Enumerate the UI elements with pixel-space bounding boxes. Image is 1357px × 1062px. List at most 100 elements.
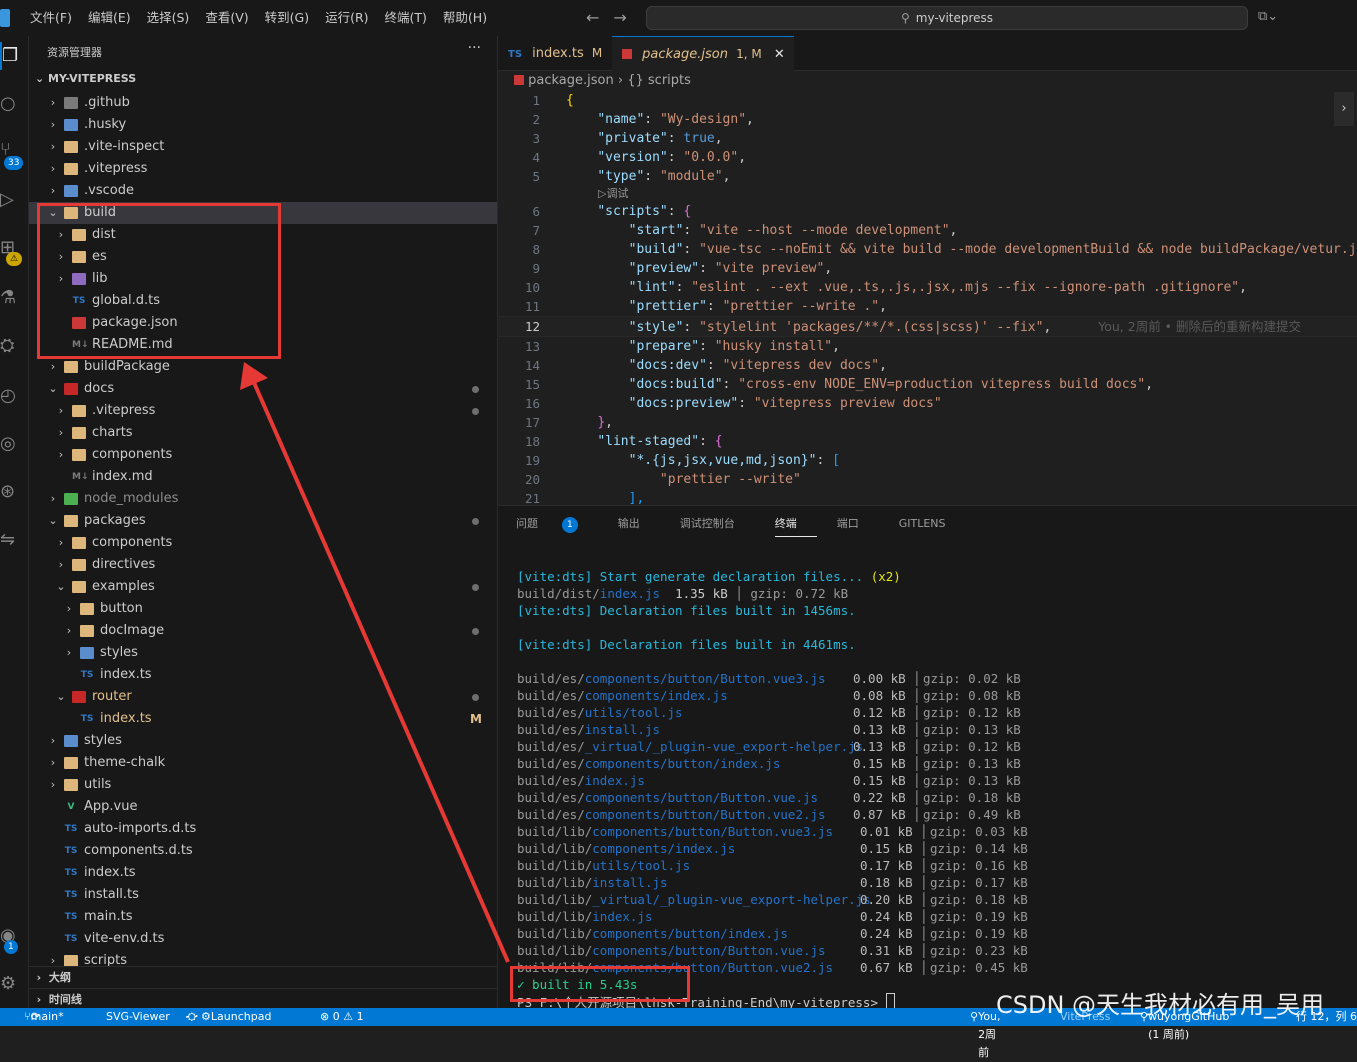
tree-item[interactable]: › .vite-inspect bbox=[29, 136, 497, 158]
breadcrumb-file[interactable]: package.json bbox=[528, 73, 614, 88]
tree-item[interactable]: › theme-chalk bbox=[29, 752, 497, 774]
timeline-icon[interactable]: ◎ bbox=[0, 430, 28, 458]
tree-item[interactable]: › charts bbox=[29, 422, 497, 444]
chevron-right-icon[interactable]: › bbox=[47, 92, 59, 114]
debug-codelens[interactable]: ▷调试 bbox=[498, 186, 1357, 202]
tree-item[interactable]: › styles bbox=[29, 642, 497, 664]
chevron-right-icon[interactable]: › bbox=[47, 752, 59, 774]
chevron-right-icon[interactable]: › bbox=[47, 774, 59, 796]
panel-tab[interactable]: 问题 1 bbox=[516, 516, 598, 537]
chevron-right-icon[interactable]: › bbox=[47, 180, 59, 202]
tree-item[interactable]: › components bbox=[29, 444, 497, 466]
tree-item[interactable]: › utils bbox=[29, 774, 497, 796]
chevron-right-icon[interactable]: › bbox=[47, 488, 59, 510]
tree-item[interactable]: V App.vue bbox=[29, 796, 497, 818]
tree-item[interactable]: › buildPackage bbox=[29, 356, 497, 378]
gitlens-icon[interactable]: ◴ bbox=[0, 382, 28, 410]
nav-arrows[interactable]: ←→ bbox=[586, 8, 641, 27]
outline-section[interactable]: › 大纲 bbox=[29, 966, 497, 989]
chevron-right-icon[interactable]: › bbox=[47, 114, 59, 136]
chevron-right-icon[interactable]: › bbox=[55, 532, 67, 554]
more-actions-icon[interactable]: ··· bbox=[468, 40, 481, 56]
launchpad-status[interactable]: ⛮ ⚙ Launchpad bbox=[186, 1008, 271, 1026]
chevron-right-icon[interactable]: › bbox=[63, 598, 75, 620]
panel-tab[interactable]: 输出 bbox=[618, 516, 660, 537]
tab-index-ts[interactable]: TS index.ts M bbox=[498, 36, 620, 70]
chevron-right-icon[interactable]: › bbox=[55, 554, 67, 576]
tree-item[interactable]: › docImage bbox=[29, 620, 497, 642]
blame-status[interactable]: ⚲ You, 2周前 bbox=[970, 1008, 1001, 1059]
code-editor[interactable]: 1{2 "name": "Wy-design", 3 "private": tru… bbox=[498, 91, 1357, 504]
share-icon[interactable]: ⇋ bbox=[0, 526, 28, 554]
tree-item[interactable]: › styles bbox=[29, 730, 497, 752]
tree-item[interactable]: ⌄ packages bbox=[29, 510, 497, 532]
panel-tab[interactable]: GITLENS bbox=[899, 516, 966, 537]
timeline-section[interactable]: › 时间线 bbox=[29, 988, 497, 1008]
tree-item[interactable]: › button bbox=[29, 598, 497, 620]
tree-item[interactable]: › node_modules bbox=[29, 488, 497, 510]
tree-item[interactable]: › .vitepress bbox=[29, 158, 497, 180]
tree-item[interactable]: › components bbox=[29, 532, 497, 554]
branch-status[interactable]: ⑂ main* ⟳ bbox=[24, 1008, 64, 1026]
panel-tab[interactable]: 终端 bbox=[774, 516, 817, 537]
problems-status[interactable]: ⊗ 0 ⚠ 1 bbox=[320, 1008, 364, 1026]
extension-view-icon[interactable]: ⊛ bbox=[0, 478, 28, 506]
command-center-search[interactable]: ⚲ my-vitepress bbox=[646, 6, 1248, 30]
tree-item[interactable]: TS main.ts bbox=[29, 906, 497, 928]
chevron-right-icon[interactable]: › bbox=[55, 400, 67, 422]
tree-item[interactable]: TS index.ts M bbox=[29, 708, 497, 730]
workspace-root[interactable]: ⌄ MY-VITEPRESS bbox=[35, 72, 136, 85]
layout-control-icon[interactable]: ⧉⌄ bbox=[1258, 9, 1278, 24]
chevron-right-icon[interactable]: › bbox=[47, 356, 59, 378]
menu-item[interactable]: 查看(V) bbox=[197, 0, 256, 36]
menu-item[interactable]: 终端(T) bbox=[377, 0, 435, 36]
panel-tab[interactable]: 调试控制台 bbox=[680, 516, 755, 537]
tree-item[interactable]: › .vitepress bbox=[29, 400, 497, 422]
tab-package-json[interactable]: package.json 1, M ✕ bbox=[612, 36, 794, 71]
chevron-right-icon[interactable]: › bbox=[47, 158, 59, 180]
testing-icon[interactable]: ⚗ bbox=[0, 284, 28, 312]
tree-item[interactable]: TS index.ts bbox=[29, 862, 497, 884]
tree-item[interactable]: TS index.ts bbox=[29, 664, 497, 686]
inline-blame[interactable]: You, 2周前 • 删除后的重新构建提交 bbox=[1098, 319, 1301, 334]
breadcrumb-node[interactable]: {} scripts bbox=[627, 73, 691, 88]
menu-item[interactable]: 编辑(E) bbox=[80, 0, 139, 36]
menu-item[interactable]: 选择(S) bbox=[139, 0, 198, 36]
chevron-right-icon[interactable]: › bbox=[47, 136, 59, 158]
close-icon[interactable]: ✕ bbox=[774, 47, 785, 62]
chevron-right-icon[interactable]: › bbox=[55, 444, 67, 466]
chevron-down-icon[interactable]: ⌄ bbox=[47, 378, 59, 400]
panel-tab[interactable]: 端口 bbox=[837, 516, 879, 537]
chevron-down-icon[interactable]: ⌄ bbox=[47, 510, 59, 532]
terminal-output[interactable]: [vite:dts] Start generate declaration fi… bbox=[517, 568, 1347, 1009]
chevron-right-icon[interactable]: › bbox=[47, 730, 59, 752]
tree-item[interactable]: TS vite-env.d.ts bbox=[29, 928, 497, 950]
terminal-file-line: build/lib/index.js 0.24 kB │ gzip: 0.19 kB bbox=[517, 908, 1347, 925]
search-icon[interactable]: ○ bbox=[0, 90, 28, 118]
chevron-right-icon[interactable]: › bbox=[63, 620, 75, 642]
chevron-down-icon[interactable]: ⌄ bbox=[55, 686, 67, 708]
menu-item[interactable]: 帮助(H) bbox=[435, 0, 495, 36]
chevron-right-icon[interactable]: › bbox=[55, 422, 67, 444]
tree-item[interactable]: › .github bbox=[29, 92, 497, 114]
menu-item[interactable]: 运行(R) bbox=[317, 0, 376, 36]
tree-item[interactable]: M↓ index.md bbox=[29, 466, 497, 488]
svg-viewer-status[interactable]: SVG-Viewer bbox=[106, 1008, 170, 1026]
manage-gear-icon[interactable]: ⚙ bbox=[0, 970, 28, 998]
tree-item[interactable]: ⌄ docs bbox=[29, 378, 497, 400]
remote-explorer-icon[interactable]: ⛭ bbox=[0, 332, 28, 360]
tree-item[interactable]: › directives bbox=[29, 554, 497, 576]
run-debug-icon[interactable]: ▷ bbox=[0, 186, 28, 214]
tree-item[interactable]: › .husky bbox=[29, 114, 497, 136]
tree-item[interactable]: TS install.ts bbox=[29, 884, 497, 906]
tree-item[interactable]: ⌄ router bbox=[29, 686, 497, 708]
explorer-icon[interactable]: ❐ bbox=[0, 42, 30, 70]
tree-item[interactable]: TS components.d.ts bbox=[29, 840, 497, 862]
tree-item[interactable]: › .vscode bbox=[29, 180, 497, 202]
menu-item[interactable]: 文件(F) bbox=[22, 0, 80, 36]
menu-item[interactable]: 转到(G) bbox=[257, 0, 317, 36]
tree-item[interactable]: ⌄ examples bbox=[29, 576, 497, 598]
chevron-down-icon[interactable]: ⌄ bbox=[55, 576, 67, 598]
chevron-right-icon[interactable]: › bbox=[63, 642, 75, 664]
tree-item[interactable]: TS auto-imports.d.ts bbox=[29, 818, 497, 840]
